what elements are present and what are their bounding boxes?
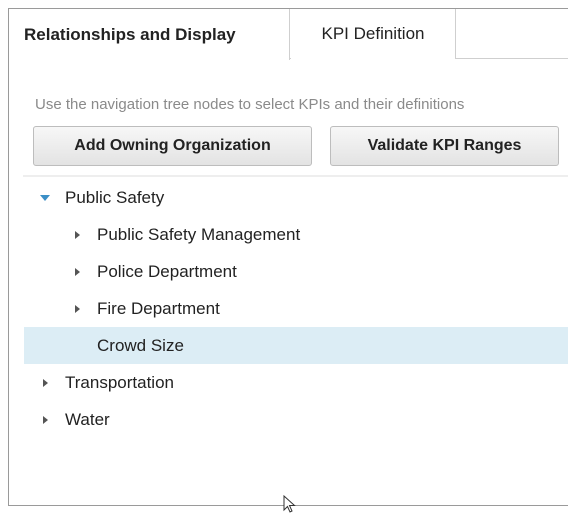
tree-node-public-safety-management[interactable]: Public Safety Management	[24, 216, 568, 253]
tree-node-label: Police Department	[97, 261, 237, 281]
navigation-hint-text: Use the navigation tree nodes to select …	[35, 96, 465, 113]
caret-right-icon[interactable]	[72, 230, 82, 240]
tree-node-transportation[interactable]: Transportation	[24, 364, 568, 401]
caret-down-icon[interactable]	[40, 193, 50, 203]
tree-node-fire-department[interactable]: Fire Department	[24, 290, 568, 327]
divider	[23, 175, 568, 177]
tree-node-police-department[interactable]: Police Department	[24, 253, 568, 290]
add-owning-organization-button[interactable]: Add Owning Organization	[33, 126, 312, 166]
tree-node-label: Water	[65, 409, 110, 429]
validate-kpi-ranges-button[interactable]: Validate KPI Ranges	[330, 126, 559, 166]
tree-node-label: Public Safety	[65, 187, 165, 207]
tab-bar: Relationships and Display KPI Definition	[9, 9, 568, 60]
tree-node-label: Fire Department	[97, 298, 220, 318]
tree-node-label: Transportation	[65, 372, 174, 392]
mouse-pointer-icon	[283, 495, 296, 513]
kpi-navigation-tree: Public Safety Public Safety Management P…	[24, 179, 568, 438]
tree-node-water[interactable]: Water	[24, 401, 568, 438]
caret-right-icon[interactable]	[40, 378, 50, 388]
kpi-panel: Relationships and Display KPI Definition…	[8, 8, 568, 506]
caret-right-icon[interactable]	[40, 415, 50, 425]
caret-right-icon[interactable]	[72, 267, 82, 277]
tab-kpi-definition[interactable]: KPI Definition	[291, 9, 456, 59]
caret-right-icon[interactable]	[72, 304, 82, 314]
tree-node-public-safety[interactable]: Public Safety	[24, 179, 568, 216]
tree-node-label: Public Safety Management	[97, 224, 301, 244]
tree-node-crowd-size[interactable]: Crowd Size	[24, 327, 568, 364]
tree-node-label: Crowd Size	[97, 335, 184, 355]
tab-relationships-and-display[interactable]: Relationships and Display	[9, 9, 290, 60]
